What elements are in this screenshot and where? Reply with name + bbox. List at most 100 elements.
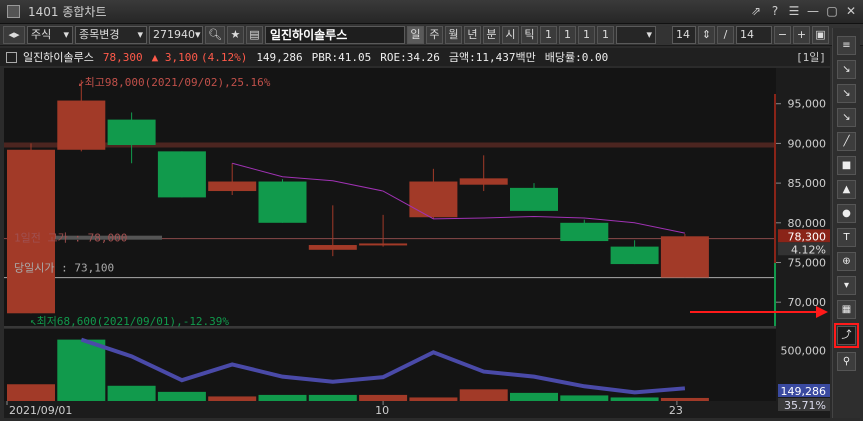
prev-next-button[interactable]: ◂▸ <box>3 25 25 44</box>
tab-hour[interactable]: 시 <box>501 25 519 44</box>
volume-bar <box>57 339 106 401</box>
count-value: 14 <box>675 27 690 41</box>
x-tick-label: 23 <box>669 404 683 417</box>
stock-info-bar: 일진하이솔루스 78,300 ▲ 3,100 (4.12%) 149,286 P… <box>0 48 830 66</box>
chevron-down-icon: ▾ <box>137 27 143 41</box>
window-controls: ⇗ ? ☰ — ▢ ✕ <box>748 3 859 19</box>
y-tick-label: 85,000 <box>788 177 827 190</box>
volume-current-label: 149,286 <box>781 385 827 398</box>
menu-icon[interactable]: ☰ <box>786 3 802 19</box>
line-chart-tool-icon[interactable]: ⤴ <box>834 323 859 348</box>
app-icon <box>7 5 20 18</box>
dropdown-tool-icon[interactable]: ▾ <box>837 276 856 295</box>
candle-body <box>560 222 609 242</box>
tab-tick[interactable]: 틱 <box>520 25 538 44</box>
chart-svg[interactable]: 95,00090,00085,00080,00075,00070,00078,3… <box>4 68 830 418</box>
volume-bar <box>510 392 558 401</box>
change-stock-label: 종목변경 <box>79 27 120 41</box>
unit-button-3[interactable]: 1 <box>577 25 595 44</box>
indicator-tool-icon[interactable]: ▦ <box>837 300 856 319</box>
unit-button-4[interactable]: 1 <box>596 25 614 44</box>
zoom-in-icon[interactable]: + <box>792 25 810 44</box>
count-input[interactable]: 14 <box>671 25 696 44</box>
fib-tool-icon[interactable]: ↘ <box>837 108 856 127</box>
unit-button-2[interactable]: 1 <box>558 25 576 44</box>
count-spinner[interactable]: ⇕ <box>697 25 715 44</box>
volume-bar <box>359 394 408 401</box>
x-tick-label: 2021/09/01 <box>9 404 72 417</box>
rectangle-tool-icon[interactable]: ■ <box>837 156 856 175</box>
unit-select[interactable]: ▾ <box>615 25 656 44</box>
triangle-tool-icon[interactable]: ▲ <box>837 180 856 199</box>
market-select-value: 주식 <box>31 27 52 41</box>
info-roe: ROE:34.26 <box>380 50 440 64</box>
chart-area[interactable]: 95,000 90,000 85,000 80,000 75,000 70,000 78,3… <box>4 68 830 418</box>
info-stock-name: 일진하이솔루스 <box>23 51 94 64</box>
info-volume: 149,286 <box>256 50 303 64</box>
zoom-out-icon[interactable]: − <box>773 25 791 44</box>
candle-body <box>459 178 508 185</box>
tab-year[interactable]: 년 <box>463 25 481 44</box>
market-select[interactable]: 주식 ▾ <box>27 25 73 44</box>
change-stock-select[interactable]: 종목변경 ▾ <box>75 25 147 44</box>
candle-body <box>157 151 206 198</box>
tab-week[interactable]: 주 <box>425 25 443 44</box>
line-tool-icon[interactable]: ╱ <box>837 132 856 151</box>
volume-bar <box>660 397 709 401</box>
today-open-annotation: 당일시가 : 73,100 <box>14 261 114 275</box>
code-input[interactable]: 271940 ▾ <box>149 25 203 44</box>
y-tick-label: 95,000 <box>788 98 827 111</box>
trend-tool-icon[interactable]: ↘ <box>837 60 856 79</box>
close-icon[interactable]: ✕ <box>843 3 859 19</box>
volume-bar <box>409 397 458 401</box>
search-icon[interactable]: 🔍︎ <box>205 25 225 44</box>
current-pct-label: 4.12% <box>791 243 826 256</box>
all-tools-icon[interactable]: ≡ <box>837 36 856 55</box>
candle-body <box>359 243 408 246</box>
volume-bar <box>208 396 257 401</box>
x-axis-panel <box>4 401 776 418</box>
drawing-toolbar: ≡ ↘ ↘ ↘ ╱ ■ ▲ ● T ⊕ ▾ ▦ ⤴ ⚲ <box>832 28 860 418</box>
code-value: 271940 <box>153 27 195 41</box>
volume-bar <box>610 397 659 401</box>
maximize-icon[interactable]: ▢ <box>824 3 840 19</box>
volume-bar <box>107 385 156 401</box>
y-tick-label: 75,000 <box>788 256 827 269</box>
circle-tool-icon[interactable]: ● <box>837 204 856 223</box>
candle-body <box>107 119 156 146</box>
volume-bar <box>7 384 55 401</box>
candle-body <box>57 100 106 150</box>
window-title: 1401 종합차트 <box>28 5 107 19</box>
info-checkbox[interactable] <box>6 51 17 63</box>
stock-name-display: 일진하이솔루스 <box>264 25 405 44</box>
tab-month[interactable]: 월 <box>444 25 462 44</box>
chevron-down-icon: ▾ <box>195 27 201 41</box>
help-icon[interactable]: ? <box>767 3 783 19</box>
info-dividend: 배당률:0.00 <box>544 51 609 64</box>
unit-button-1[interactable]: 1 <box>539 25 557 44</box>
volume-bar <box>157 391 206 401</box>
display-count-value: 14 <box>739 27 754 41</box>
minimize-icon[interactable]: — <box>805 3 821 19</box>
info-change: ▲ 3,100 <box>151 50 198 64</box>
x-tick-label: 10 <box>375 404 389 417</box>
y-tick-label: 80,000 <box>788 217 827 230</box>
info-change-pct: (4.12%) <box>200 50 248 64</box>
display-count-input[interactable]: 14 <box>735 25 772 44</box>
tab-minute[interactable]: 분 <box>482 25 500 44</box>
volume-bar <box>308 394 357 401</box>
star-icon[interactable]: ★ <box>226 25 244 44</box>
stock-list-icon[interactable]: ▤ <box>245 25 263 44</box>
period-label: [1일] <box>796 51 826 64</box>
link-icon[interactable]: ⇗ <box>748 3 764 19</box>
tab-day[interactable]: 일 <box>406 25 424 44</box>
settings-icon[interactable]: ▣ <box>811 25 829 44</box>
volume-bar <box>560 395 609 401</box>
magnet-tool-icon[interactable]: ⊕ <box>837 252 856 271</box>
angle-line-icon[interactable]: ↘ <box>837 84 856 103</box>
y-tick-label: 90,000 <box>788 137 827 150</box>
candle-body <box>409 181 458 218</box>
info-price: 78,300 <box>102 50 143 64</box>
zoom-tool-icon[interactable]: ⚲ <box>837 352 856 371</box>
text-tool-icon[interactable]: T <box>837 228 856 247</box>
